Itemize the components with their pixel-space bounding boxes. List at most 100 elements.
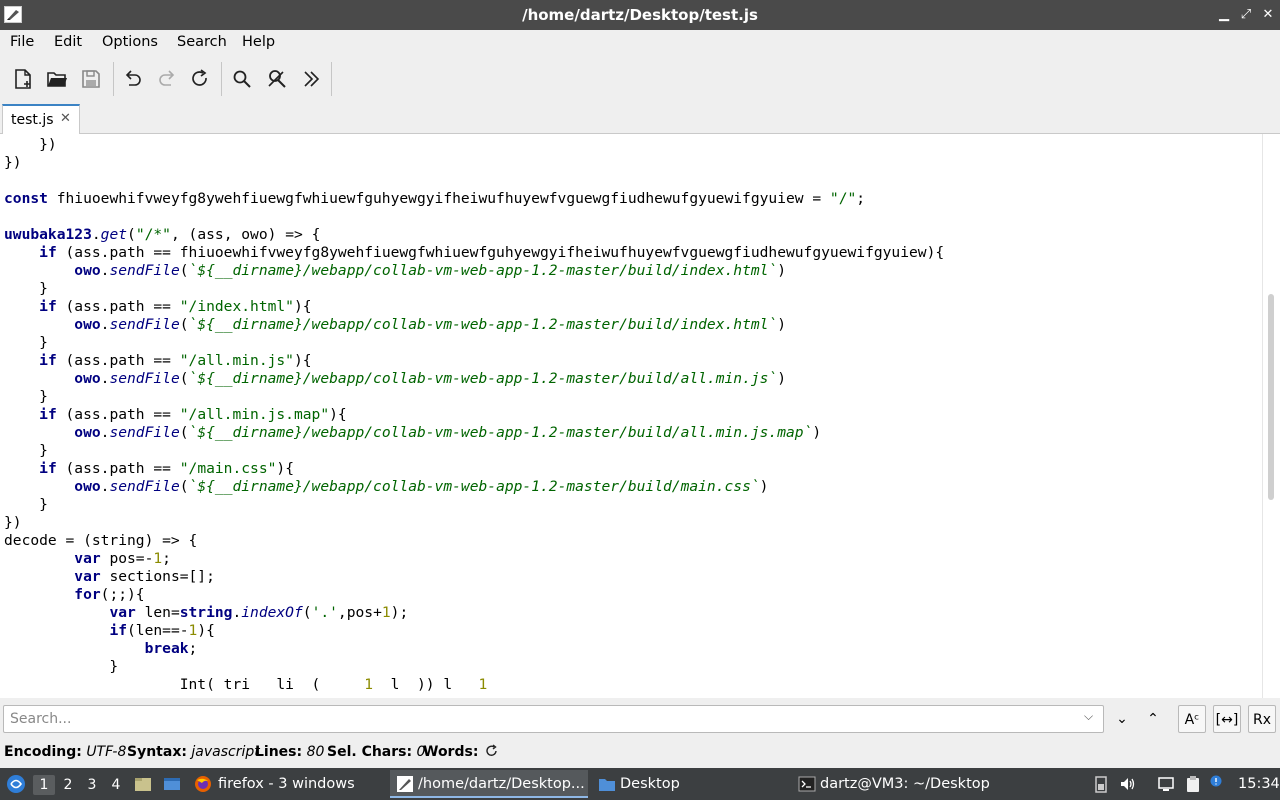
more-icon[interactable] (298, 66, 324, 92)
code-line[interactable]: if (ass.path == "/all.min.js"){ (4, 352, 311, 370)
workspace-1[interactable]: 1 (33, 775, 55, 795)
code-line[interactable]: if (ass.path == "/index.html"){ (4, 298, 311, 316)
code-line[interactable]: owo.sendFile(`${__dirname}/webapp/collab… (4, 370, 786, 388)
status-encoding: Encoding: UTF-8 (4, 744, 127, 760)
task-label: Desktop (620, 776, 680, 792)
regex-toggle[interactable]: Rx (1248, 705, 1276, 733)
toolbar-separator (113, 62, 114, 96)
code-line[interactable]: }) (4, 136, 57, 154)
start-menu-icon[interactable] (6, 774, 26, 794)
find-icon[interactable] (229, 66, 255, 92)
open-folder-icon[interactable] (44, 66, 70, 92)
workspace-4[interactable]: 4 (105, 775, 127, 795)
toolbar-separator (331, 62, 332, 96)
volume-icon[interactable] (1119, 775, 1137, 793)
find-replace-icon[interactable] (264, 66, 290, 92)
menu-help[interactable]: Help (242, 34, 275, 50)
maximize-button[interactable]: ⤢ (1236, 5, 1256, 25)
redo-icon[interactable] (154, 66, 180, 92)
new-file-icon[interactable] (10, 66, 36, 92)
code-line[interactable]: var sections=[]; (4, 568, 215, 586)
task-label: dartz@VM3: ~/Desktop (820, 776, 990, 792)
save-icon[interactable] (78, 66, 104, 92)
code-line[interactable]: }) (4, 514, 22, 532)
code-line[interactable]: } (4, 658, 118, 676)
tab-bar: test.js ✕ (0, 102, 1280, 135)
code-line[interactable]: if (ass.path == "/main.css"){ (4, 460, 294, 478)
match-case-toggle[interactable]: Aᶜ (1178, 705, 1206, 733)
notification-icon[interactable] (1210, 775, 1222, 787)
clock[interactable]: 15:34 (1238, 776, 1280, 792)
menu-bar: File Edit Options Search Help (0, 30, 1280, 56)
status-words: Words: (423, 744, 479, 760)
firefox-icon (194, 775, 212, 793)
tab-label: test.js (11, 112, 54, 128)
code-line[interactable]: if (ass.path == "/all.min.js.map"){ (4, 406, 347, 424)
battery-icon[interactable] (1092, 775, 1110, 793)
search-history-dropdown-icon[interactable]: ⌵ (1084, 709, 1093, 724)
tab-test-js[interactable]: test.js ✕ (2, 104, 80, 135)
refresh-word-count-icon[interactable] (484, 743, 500, 763)
terminal-icon (798, 775, 816, 793)
text-editor-icon (396, 775, 414, 793)
search-bar: Search... ⌵ ⌄ ⌃ Aᶜ [↔] Rx (0, 700, 1280, 738)
code-line[interactable]: } (4, 496, 48, 514)
code-line[interactable]: owo.sendFile(`${__dirname}/webapp/collab… (4, 316, 786, 334)
search-input[interactable]: Search... (3, 705, 1104, 733)
task-label: /home/dartz/Desktop... (418, 776, 585, 792)
code-line[interactable]: if(len==-1){ (4, 622, 214, 640)
window-title: /home/dartz/Desktop/test.js (522, 6, 758, 24)
scrollbar-thumb[interactable] (1268, 294, 1274, 500)
whole-word-toggle[interactable]: [↔] (1213, 705, 1241, 733)
workspace-3[interactable]: 3 (81, 775, 103, 795)
menu-edit[interactable]: Edit (54, 34, 82, 50)
workspace-2[interactable]: 2 (57, 775, 79, 795)
code-line[interactable]: } (4, 280, 48, 298)
code-line[interactable]: } (4, 334, 48, 352)
code-line[interactable]: for(;;){ (4, 586, 144, 604)
code-line[interactable]: uwubaka123.get("/*", (ass, owo) => { (4, 226, 320, 244)
task-desktop-folder[interactable]: Desktop (592, 770, 788, 798)
title-bar: /home/dartz/Desktop/test.js ▁ ⤢ ✕ (0, 0, 1280, 30)
code-editor[interactable]: })}) const fhiuoewhifvweyfg8ywehfiuewgfwh… (0, 134, 1262, 698)
clipboard-icon[interactable] (1184, 775, 1202, 793)
close-button[interactable]: ✕ (1258, 5, 1278, 25)
toolbar (0, 56, 1280, 102)
code-line[interactable]: owo.sendFile(`${__dirname}/webapp/collab… (4, 424, 821, 442)
code-line[interactable]: decode = (string) => { (4, 532, 197, 550)
menu-file[interactable]: File (10, 34, 34, 50)
find-previous-button[interactable]: ⌃ (1139, 705, 1167, 733)
code-line[interactable]: var len=string.indexOf('.',pos+1); (4, 604, 408, 622)
task-text-editor[interactable]: /home/dartz/Desktop... (390, 770, 588, 798)
undo-icon[interactable] (120, 66, 146, 92)
menu-search[interactable]: Search (177, 34, 227, 50)
code-line[interactable]: } (4, 388, 48, 406)
status-lines: Lines: 80 (255, 744, 325, 760)
show-desktop-icon[interactable] (163, 775, 181, 793)
vertical-scrollbar[interactable] (1262, 134, 1280, 698)
minimize-button[interactable]: ▁ (1214, 5, 1234, 25)
taskbar: 1 2 3 4 firefox - 3 windows /home/dartz/… (0, 768, 1280, 800)
code-line[interactable]: Int( tri li ( 1 l )) l 1 (4, 676, 488, 694)
code-line[interactable]: owo.sendFile(`${__dirname}/webapp/collab… (4, 262, 786, 280)
status-bar: Encoding: UTF-8 Syntax: javascript Lines… (0, 740, 1280, 766)
tab-close-icon[interactable]: ✕ (60, 111, 71, 126)
toolbar-separator (221, 62, 222, 96)
code-line[interactable]: } (4, 442, 48, 460)
code-line[interactable]: break; (4, 640, 198, 658)
task-terminal[interactable]: dartz@VM3: ~/Desktop (792, 770, 1082, 798)
code-line[interactable]: owo.sendFile(`${__dirname}/webapp/collab… (4, 478, 768, 496)
task-firefox[interactable]: firefox - 3 windows (188, 770, 388, 798)
status-sel-chars: Sel. Chars: 0 (327, 744, 426, 760)
code-line[interactable]: const fhiuoewhifvweyfg8ywehfiuewgfwhiuew… (4, 190, 865, 208)
folder-icon (598, 775, 616, 793)
reload-icon[interactable] (187, 66, 213, 92)
status-syntax: Syntax: javascript (127, 744, 260, 760)
network-icon[interactable] (1157, 775, 1175, 793)
file-manager-launcher-icon[interactable] (134, 775, 152, 793)
code-line[interactable]: if (ass.path == fhiuoewhifvweyfg8ywehfiu… (4, 244, 944, 262)
code-line[interactable]: var pos=-1; (4, 550, 171, 568)
find-next-button[interactable]: ⌄ (1108, 705, 1136, 733)
code-line[interactable]: }) (4, 154, 22, 172)
menu-options[interactable]: Options (102, 34, 158, 50)
